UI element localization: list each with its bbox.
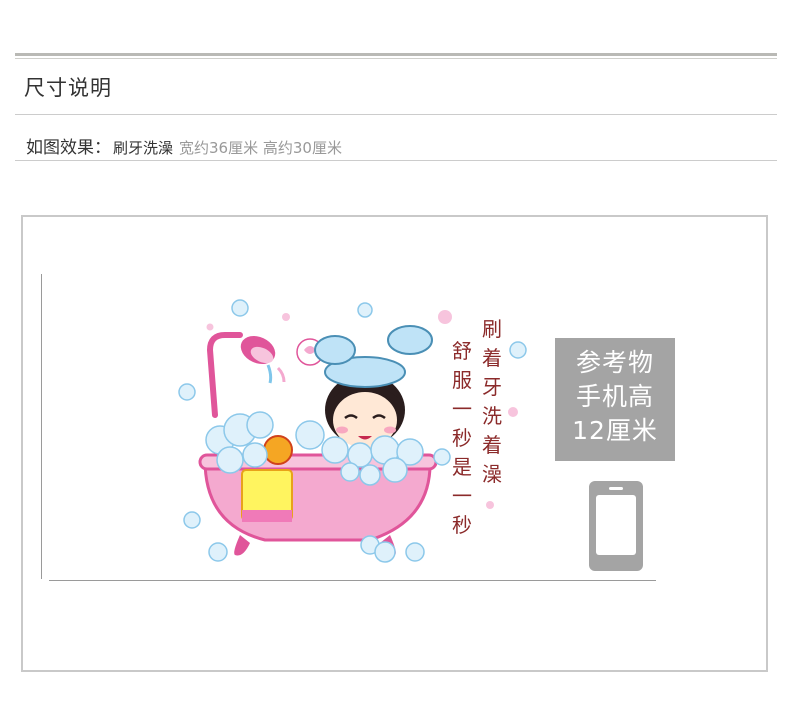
phone-screen: [596, 495, 636, 555]
slogan-char: 澡: [482, 462, 502, 486]
slogan-char: 舒: [452, 339, 472, 363]
reference-box: 参考物 手机高 12厘米: [555, 338, 675, 461]
effect-divider: [15, 160, 777, 161]
reference-line-1: 参考物: [575, 348, 654, 377]
shower-head-icon: [206, 332, 286, 418]
section-title: 尺寸说明: [24, 76, 112, 100]
slogan-left-column: 舒 服 一 秒 是 一 秒: [448, 337, 476, 540]
phone-speaker: [609, 487, 623, 490]
reference-line-2: 手机高: [575, 382, 654, 411]
top-divider: [15, 53, 777, 56]
slogan-char: 着: [482, 346, 502, 370]
slogan-char: 着: [482, 433, 502, 457]
slogan-right-column: 刷 着 牙 洗 着 澡: [478, 315, 506, 489]
top-divider-thin: [15, 58, 777, 59]
slogan-char: 秒: [452, 513, 472, 537]
effect-label: 如图效果：: [26, 138, 111, 158]
slogan-char: 一: [452, 484, 472, 508]
height-guide-line: [41, 274, 42, 579]
effect-dimensions: 宽约36厘米 高约30厘米: [179, 139, 342, 157]
slogan-char: 是: [452, 455, 472, 479]
phone-icon: [589, 481, 643, 571]
reference-line-3: 12厘米: [572, 416, 658, 445]
slogan-char: 牙: [482, 375, 502, 399]
effect-name: 刷牙洗澡: [113, 139, 174, 157]
slogan-char: 一: [452, 397, 472, 421]
title-divider: [15, 114, 777, 115]
slogan-char: 刷: [482, 317, 502, 341]
slogan-char: 洗: [482, 404, 502, 428]
width-guide-line: [49, 580, 656, 581]
slogan-char: 秒: [452, 426, 472, 450]
slogan-char: 服: [452, 368, 472, 392]
effect-description: 如图效果： 刷牙洗澡 宽约36厘米 高约30厘米: [26, 133, 342, 158]
